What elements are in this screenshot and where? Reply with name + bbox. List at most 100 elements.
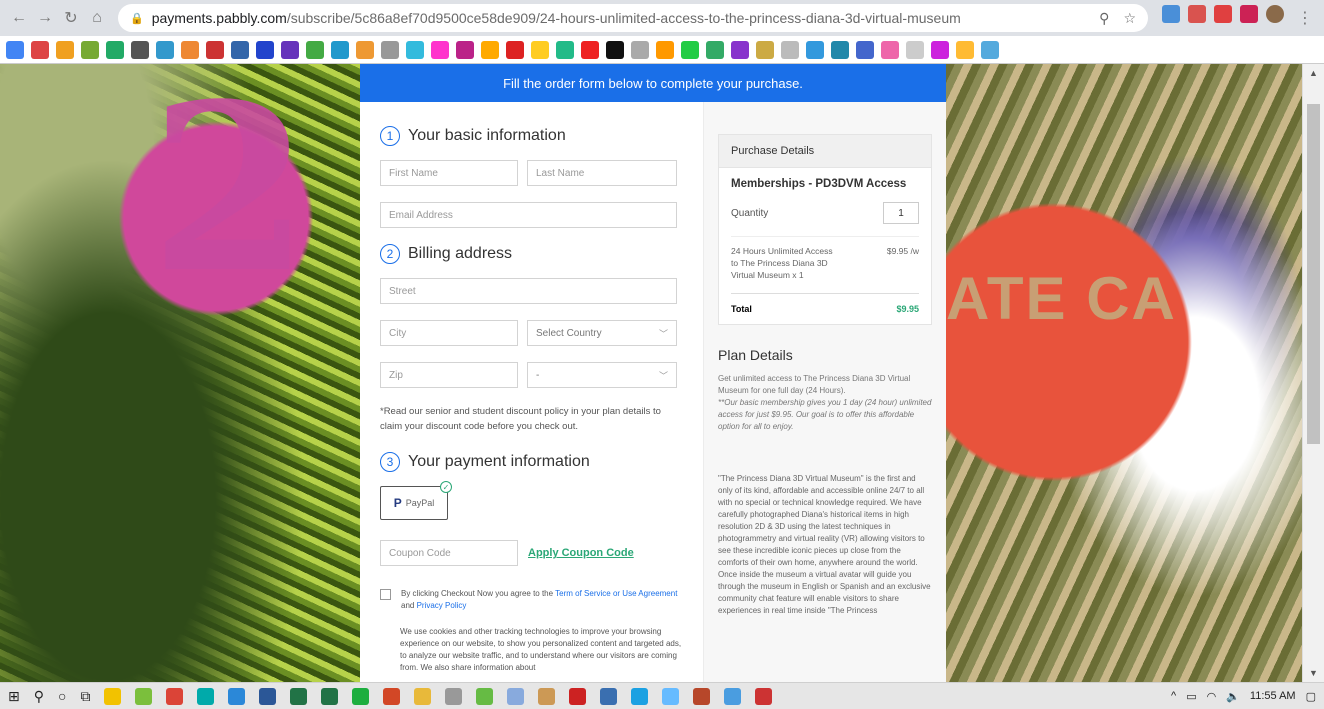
bookmark-icon[interactable] [706, 40, 724, 59]
forward-icon[interactable]: → [32, 5, 58, 31]
bookmark-star-icon[interactable]: ☆ [1123, 10, 1136, 27]
skype-icon[interactable] [631, 687, 649, 705]
terms-link[interactable]: Term of Service or Use Agreement [555, 589, 677, 598]
folder-icon[interactable] [414, 687, 432, 705]
coupon-input[interactable]: Coupon Code [380, 540, 518, 566]
bookmark-icon[interactable] [981, 40, 999, 59]
bookmark-icon[interactable] [856, 40, 874, 59]
bookmark-icon[interactable] [731, 40, 749, 59]
home-icon[interactable]: ⌂ [84, 5, 110, 31]
privacy-link[interactable]: Privacy Policy [417, 601, 467, 610]
bookmark-icon[interactable] [181, 40, 199, 59]
notification-icon[interactable]: ▢ [1306, 690, 1316, 703]
scrollbar-thumb[interactable] [1307, 104, 1320, 444]
app-icon[interactable] [569, 687, 587, 705]
app-icon[interactable] [197, 687, 215, 705]
bookmark-icon[interactable] [6, 40, 24, 59]
windows-start-icon[interactable]: ⊞ [8, 688, 20, 705]
wifi-icon[interactable]: ◠ [1207, 690, 1217, 703]
last-name-input[interactable]: Last Name [527, 160, 677, 186]
bookmark-icon[interactable] [606, 40, 624, 59]
bookmark-icon[interactable] [506, 40, 524, 59]
extension-icon[interactable] [1188, 5, 1206, 23]
app-icon[interactable] [104, 687, 122, 705]
app-icon[interactable] [476, 687, 494, 705]
bookmark-icon[interactable] [956, 40, 974, 59]
app-icon[interactable] [600, 687, 618, 705]
page-scrollbar[interactable]: ▲ ▼ [1302, 64, 1324, 682]
bookmark-icon[interactable] [331, 40, 349, 59]
bookmark-icon[interactable] [281, 40, 299, 59]
app-icon[interactable] [507, 687, 525, 705]
clock-time[interactable]: 11:55 AM [1250, 690, 1296, 702]
bookmark-icon[interactable] [31, 40, 49, 59]
bookmark-icon[interactable] [56, 40, 74, 59]
task-view-icon[interactable]: ⧉ [80, 688, 90, 705]
app-icon[interactable] [135, 687, 153, 705]
app-icon[interactable] [755, 687, 773, 705]
bookmark-icon[interactable] [306, 40, 324, 59]
app-icon[interactable] [662, 687, 680, 705]
bookmark-icon[interactable] [906, 40, 924, 59]
back-icon[interactable]: ← [6, 5, 32, 31]
bookmark-icon[interactable] [206, 40, 224, 59]
scroll-down-icon[interactable]: ▼ [1309, 668, 1318, 678]
zoom-icon[interactable]: ⚲ [1099, 10, 1109, 27]
bookmark-icon[interactable] [556, 40, 574, 59]
search-icon[interactable]: ⚲ [34, 688, 44, 705]
bookmark-icon[interactable] [781, 40, 799, 59]
bookmark-icon[interactable] [681, 40, 699, 59]
volume-icon[interactable]: 🔈 [1226, 690, 1240, 703]
scroll-up-icon[interactable]: ▲ [1309, 68, 1318, 78]
quantity-input[interactable]: 1 [883, 202, 919, 224]
app-icon[interactable] [321, 687, 339, 705]
bookmark-icon[interactable] [81, 40, 99, 59]
extension-icon[interactable] [1214, 5, 1232, 23]
app-icon[interactable] [352, 687, 370, 705]
bookmark-icon[interactable] [131, 40, 149, 59]
powerpoint-icon[interactable] [383, 687, 401, 705]
bookmark-icon[interactable] [481, 40, 499, 59]
bookmark-icon[interactable] [456, 40, 474, 59]
state-select[interactable]: - ﹀ [527, 362, 677, 388]
bookmark-icon[interactable] [831, 40, 849, 59]
bookmark-icon[interactable] [631, 40, 649, 59]
reload-icon[interactable]: ↻ [58, 5, 84, 31]
zip-input[interactable]: Zip [380, 362, 518, 388]
bookmark-icon[interactable] [356, 40, 374, 59]
extension-icon[interactable] [1240, 5, 1258, 23]
menu-kebab-icon[interactable]: ⋮ [1292, 5, 1318, 31]
chrome-icon[interactable] [166, 687, 184, 705]
email-input[interactable]: Email Address [380, 202, 677, 228]
cortana-icon[interactable]: ○ [58, 688, 66, 704]
address-bar[interactable]: 🔒 payments.pabbly.com/subscribe/5c86a8ef… [118, 4, 1148, 32]
profile-avatar[interactable] [1266, 5, 1284, 23]
app-icon[interactable] [445, 687, 463, 705]
apply-coupon-link[interactable]: Apply Coupon Code [528, 547, 634, 559]
tray-chevron-up-icon[interactable]: ^ [1171, 690, 1176, 702]
street-input[interactable]: Street [380, 278, 677, 304]
bookmark-icon[interactable] [431, 40, 449, 59]
country-select[interactable]: Select Country ﹀ [527, 320, 677, 346]
bookmark-icon[interactable] [156, 40, 174, 59]
word-icon[interactable] [259, 687, 277, 705]
bookmark-icon[interactable] [256, 40, 274, 59]
extension-icon[interactable] [1162, 5, 1180, 23]
bookmark-icon[interactable] [531, 40, 549, 59]
terms-checkbox[interactable] [380, 589, 391, 600]
bookmark-icon[interactable] [756, 40, 774, 59]
app-icon[interactable] [724, 687, 742, 705]
app-icon[interactable] [538, 687, 556, 705]
app-icon[interactable] [228, 687, 246, 705]
bookmark-icon[interactable] [881, 40, 899, 59]
bookmark-icon[interactable] [406, 40, 424, 59]
bookmark-icon[interactable] [581, 40, 599, 59]
bookmark-icon[interactable] [931, 40, 949, 59]
app-icon[interactable] [693, 687, 711, 705]
bookmark-icon[interactable] [656, 40, 674, 59]
bookmark-icon[interactable] [106, 40, 124, 59]
excel-icon[interactable] [290, 687, 308, 705]
bookmark-icon[interactable] [231, 40, 249, 59]
bookmark-icon[interactable] [381, 40, 399, 59]
first-name-input[interactable]: First Name [380, 160, 518, 186]
